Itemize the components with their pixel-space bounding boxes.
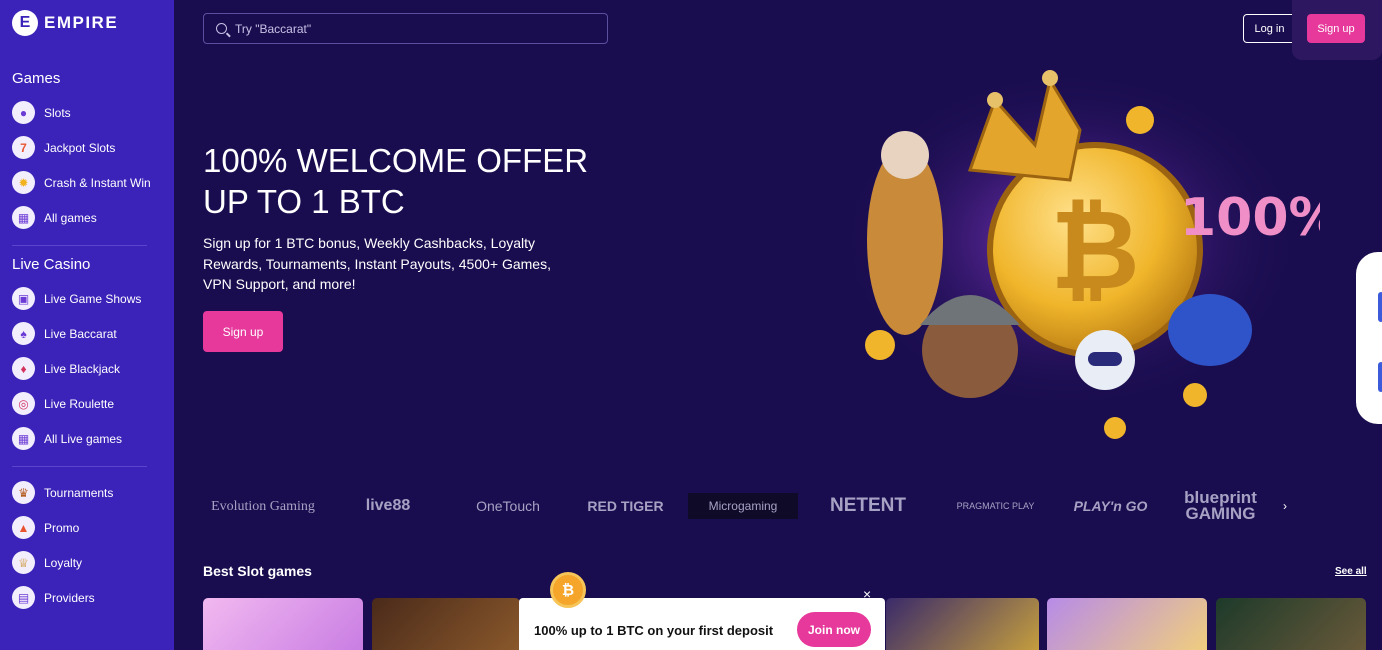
roulette-icon: ◎ — [12, 392, 35, 415]
divider — [12, 466, 147, 467]
small-coin — [1183, 383, 1207, 407]
sidebar-item-label: Live Baccarat — [44, 326, 117, 341]
logo-text: EMPIRE — [44, 13, 119, 32]
sidebar-item-label: Tournaments — [44, 485, 114, 500]
side-widget[interactable] — [1356, 252, 1382, 424]
card-icon: ♠ — [12, 322, 35, 345]
cherry-icon: ● — [12, 101, 35, 124]
search-bar[interactable] — [203, 13, 608, 44]
sun-icon: ✹ — [12, 171, 35, 194]
astronaut-visor — [1088, 352, 1122, 366]
sidebar-item-label: Jackpot Slots — [44, 140, 116, 155]
hero-title: 100% WELCOME OFFER UP TO 1 BTC — [203, 140, 588, 222]
logo[interactable]: E EMPIRE — [12, 0, 162, 46]
gift-icon: ▤ — [12, 586, 35, 609]
small-coin — [1126, 106, 1154, 134]
games-section-title: Games — [12, 70, 61, 87]
bitcoin-symbol: ₿ — [1050, 186, 1140, 314]
sidebar-item-slots[interactable]: ● Slots — [12, 95, 162, 130]
sidebar-item-label: Live Roulette — [44, 396, 115, 411]
sidebar-item-live-roulette[interactable]: ◎ Live Roulette — [12, 386, 162, 421]
sidebar-item-promo[interactable]: ▲ Promo — [12, 510, 162, 545]
zeus-head — [881, 131, 929, 179]
grid-icon: ▦ — [12, 427, 35, 450]
provider-evolution[interactable]: Evolution Gaming — [203, 499, 323, 513]
sidebar-item-label: Live Blackjack — [44, 361, 121, 376]
slot-tile[interactable] — [1216, 598, 1366, 650]
see-all-link[interactable]: See all — [1335, 566, 1367, 577]
sidebar-item-label: Providers — [44, 590, 95, 605]
crown-icon: ♕ — [12, 551, 35, 574]
scarab-figure — [1168, 294, 1252, 366]
sidebar-item-live-game-shows[interactable]: ▣ Live Game Shows — [12, 281, 162, 316]
hero-description: Sign up for 1 BTC bonus, Weekly Cashback… — [203, 235, 551, 292]
sidebar-item-label: Crash & Instant Win — [44, 175, 151, 190]
sidebar-item-crash-instant-win[interactable]: ✹ Crash & Instant Win — [12, 165, 162, 200]
search-icon — [216, 23, 227, 34]
small-coin — [1104, 417, 1126, 439]
live-casino-section-title: Live Casino — [12, 256, 91, 273]
trophy-icon: ♛ — [12, 481, 35, 504]
sidebar-item-all-games[interactable]: ▦ All games — [12, 200, 162, 235]
crown-jewel — [987, 92, 1003, 108]
slot-tile[interactable] — [1047, 598, 1207, 650]
hero-title-line2: UP TO 1 BTC — [203, 183, 405, 220]
bitcoin-icon: ₿ — [550, 572, 586, 608]
sidebar-item-jackpot-slots[interactable]: 7 Jackpot Slots — [12, 130, 162, 165]
sidebar-item-all-live-games[interactable]: ▦ All Live games — [12, 421, 162, 456]
provider-microgaming[interactable]: Microgaming — [688, 493, 798, 519]
provider-pragmatic-play[interactable]: PRAGMATIC PLAY — [938, 501, 1053, 511]
provider-playngo[interactable]: PLAY'n GO — [1053, 498, 1168, 514]
fire-icon: ▲ — [12, 516, 35, 539]
login-button[interactable]: Log in — [1243, 14, 1296, 43]
provider-onetouch[interactable]: OneTouch — [453, 498, 563, 514]
search-input[interactable] — [235, 21, 575, 36]
divider — [12, 245, 147, 246]
crown-jewel — [1042, 70, 1058, 86]
best-slots-title: Best Slot games — [203, 563, 312, 579]
sidebar-item-label: Slots — [44, 105, 71, 120]
promo-text: 100% up to 1 BTC on your first deposit — [534, 623, 774, 638]
slot-tile[interactable] — [886, 598, 1039, 650]
slot-tile[interactable] — [203, 598, 363, 650]
sidebar-item-tournaments[interactable]: ♛ Tournaments — [12, 475, 162, 510]
card-icon: ♦ — [12, 357, 35, 380]
signup-button[interactable]: Sign up — [1307, 14, 1365, 43]
sidebar-item-label: Live Game Shows — [44, 291, 142, 306]
join-now-button[interactable]: Join now — [797, 612, 871, 647]
sidebar-item-live-baccarat[interactable]: ♠ Live Baccarat — [12, 316, 162, 351]
badge-100-percent: 100% — [1180, 188, 1320, 248]
sidebar-item-label: All Live games — [44, 431, 123, 446]
slot-tile[interactable] — [372, 598, 520, 650]
hero-title-line1: 100% WELCOME OFFER — [203, 142, 589, 179]
small-coin — [865, 330, 895, 360]
sidebar-item-label: Loyalty — [44, 555, 83, 570]
chevron-right-icon[interactable]: › — [1283, 499, 1287, 513]
providers-strip: Evolution Gaming live88 OneTouch RED TIG… — [203, 488, 1373, 524]
sidebar-item-label: Promo — [44, 520, 80, 535]
hero-illustration: ₿ 100% — [840, 70, 1320, 439]
logo-mark: E — [12, 10, 38, 36]
close-icon[interactable]: × — [863, 586, 871, 602]
grid-icon: ▦ — [12, 206, 35, 229]
provider-netent[interactable]: NETENT — [798, 495, 938, 517]
seven-icon: 7 — [12, 136, 35, 159]
sidebar: E EMPIRE Games ● Slots 7 Jackpot Slots ✹… — [0, 0, 174, 650]
sidebar-item-live-blackjack[interactable]: ♦ Live Blackjack — [12, 351, 162, 386]
tv-icon: ▣ — [12, 287, 35, 310]
sidebar-item-providers[interactable]: ▤ Providers — [12, 580, 162, 615]
sidebar-item-label: All games — [44, 210, 97, 225]
sidebar-item-loyalty[interactable]: ♕ Loyalty — [12, 545, 162, 580]
provider-live88[interactable]: live88 — [323, 497, 453, 515]
provider-red-tiger[interactable]: RED TIGER — [563, 498, 688, 514]
hero-signup-button[interactable]: Sign up — [203, 311, 283, 352]
provider-blueprint[interactable]: blueprint GAMING — [1168, 489, 1273, 522]
